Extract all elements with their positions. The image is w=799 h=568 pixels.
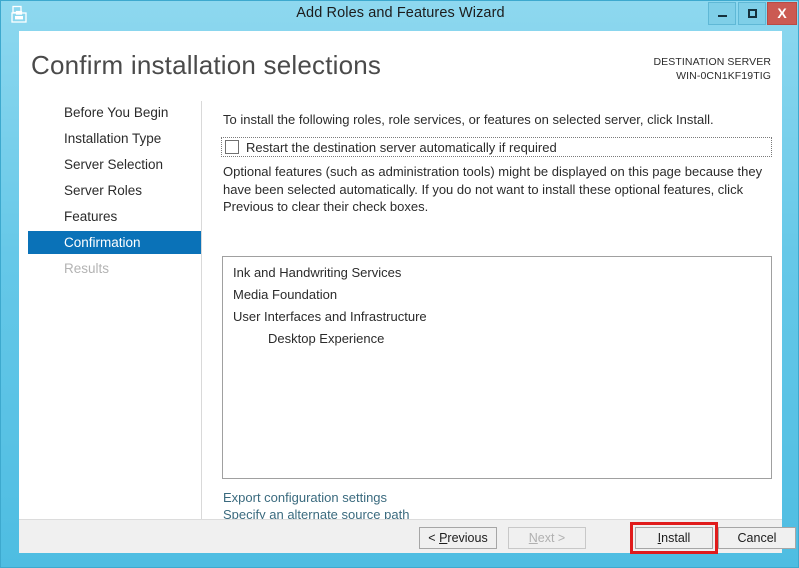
selected-features-listbox[interactable]: Ink and Handwriting Services Media Found… (222, 256, 772, 479)
list-item[interactable]: Desktop Experience (223, 328, 771, 350)
list-item[interactable]: Ink and Handwriting Services (223, 262, 771, 284)
wizard-links: Export configuration settings Specify an… (223, 489, 409, 523)
intro-text: To install the following roles, role ser… (223, 112, 714, 127)
selected-features-list: Ink and Handwriting Services Media Found… (223, 257, 771, 350)
restart-checkbox-row[interactable]: Restart the destination server automatic… (221, 137, 772, 157)
title-bar: Add Roles and Features Wizard X (1, 1, 799, 28)
cancel-button[interactable]: Cancel (718, 527, 796, 549)
install-button-suffix: nstall (661, 531, 691, 545)
destination-server-value: WIN-0CN1KF19TIG (676, 70, 771, 82)
wizard-sidebar: Before You Begin Installation Type Serve… (19, 101, 201, 519)
page-title: Confirm installation selections (31, 50, 382, 80)
destination-server-label: DESTINATION SERVER (653, 56, 771, 68)
sidebar-item-server-roles[interactable]: Server Roles (28, 179, 201, 202)
minimize-icon (709, 15, 735, 17)
wizard-window: Add Roles and Features Wizard X Confirm … (0, 0, 799, 568)
wizard-client-area: Confirm installation selections DESTINAT… (19, 31, 796, 554)
install-button[interactable]: Install (635, 527, 713, 549)
list-item[interactable]: Media Foundation (223, 284, 771, 306)
close-button[interactable]: X (767, 2, 797, 25)
close-icon: X (777, 5, 787, 21)
window-title: Add Roles and Features Wizard (296, 5, 505, 21)
optional-features-text: Optional features (such as administratio… (223, 164, 763, 214)
minimize-button[interactable] (708, 2, 736, 25)
maximize-button[interactable] (738, 2, 766, 25)
sidebar-item-confirmation[interactable]: Confirmation (28, 231, 201, 254)
sidebar-item-installation-type[interactable]: Installation Type (28, 127, 201, 150)
restart-checkbox-label: Restart the destination server automatic… (246, 140, 557, 155)
destination-server-block: DESTINATION SERVER WIN-0CN1KF19TIG (653, 55, 771, 83)
previous-button-suffix: revious (447, 531, 488, 545)
previous-button-prefix: < (428, 531, 440, 545)
next-button-accesskey: N (528, 531, 538, 545)
page-header: Confirm installation selections DESTINAT… (19, 31, 782, 101)
previous-button[interactable]: < Previous (419, 527, 497, 549)
main-content: To install the following roles, role ser… (202, 101, 782, 522)
wizard-footer: < Previous Next > Install Cancel (19, 519, 796, 554)
next-button-suffix: ext > (537, 531, 566, 545)
restart-checkbox[interactable] (225, 140, 239, 154)
next-button: Next > (508, 527, 586, 549)
sidebar-item-results: Results (64, 261, 110, 276)
sidebar-item-before-you-begin[interactable]: Before You Begin (28, 101, 201, 124)
sidebar-item-server-selection[interactable]: Server Selection (28, 153, 201, 176)
maximize-icon (739, 9, 765, 18)
export-configuration-settings-link[interactable]: Export configuration settings (223, 489, 409, 506)
list-item[interactable]: User Interfaces and Infrastructure (223, 306, 771, 328)
sidebar-item-features[interactable]: Features (28, 205, 201, 228)
